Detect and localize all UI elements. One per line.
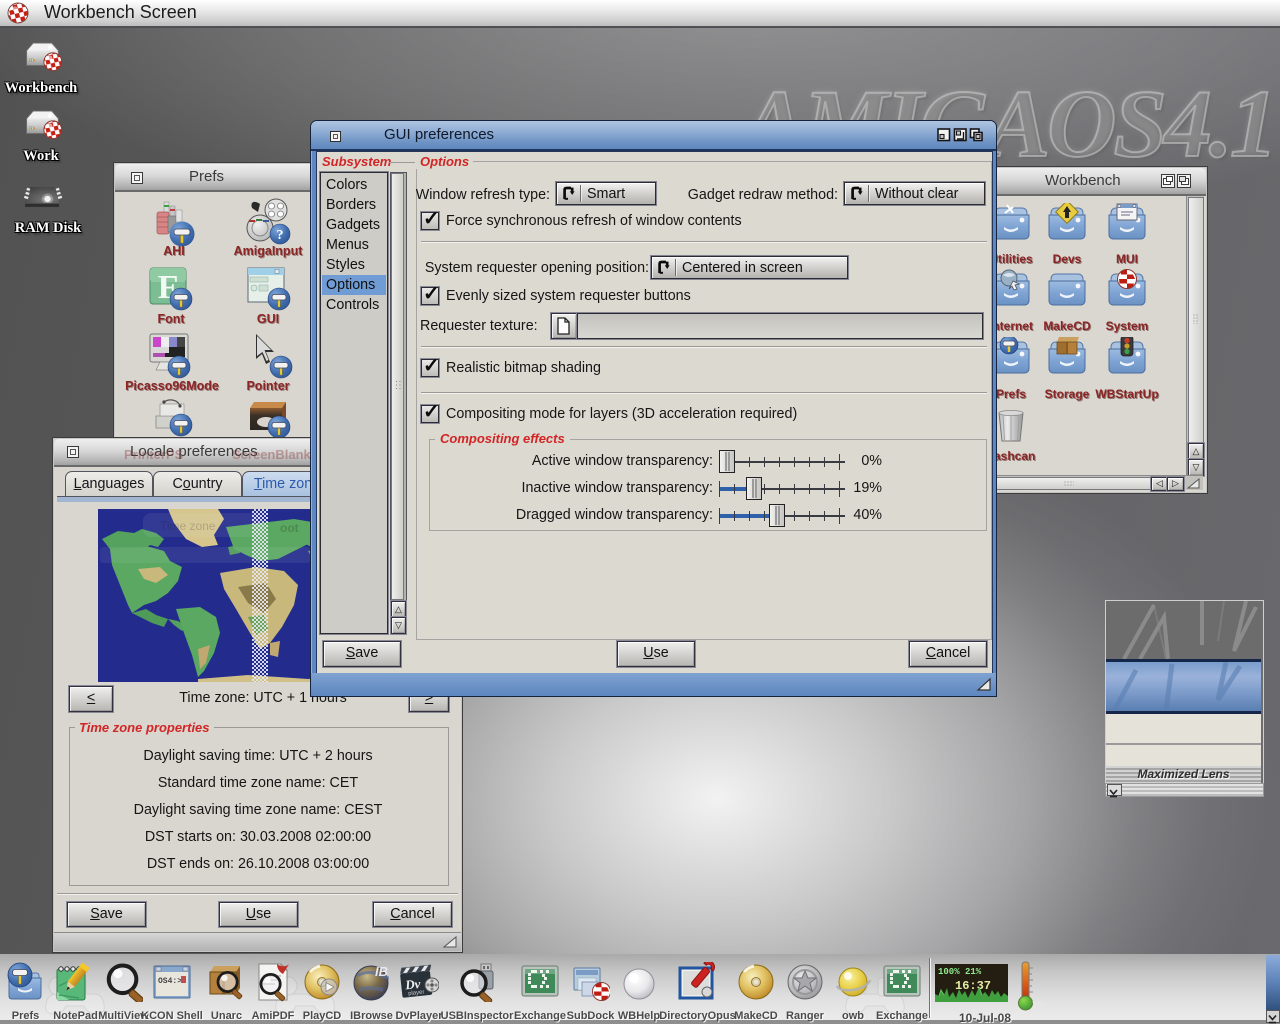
svg-text:OS4:>: OS4:> xyxy=(158,977,182,986)
svg-text:16:37: 16:37 xyxy=(955,979,991,993)
svg-text:100% 21%: 100% 21% xyxy=(938,967,982,977)
svg-text:Time zone: Time zone xyxy=(160,519,216,533)
svg-text:oot: oot xyxy=(280,521,299,535)
svg-text:player: player xyxy=(408,990,425,998)
svg-text:75°: 75° xyxy=(1032,1000,1046,1010)
svg-text:IB: IB xyxy=(375,964,388,979)
svg-text:?: ? xyxy=(277,228,284,243)
